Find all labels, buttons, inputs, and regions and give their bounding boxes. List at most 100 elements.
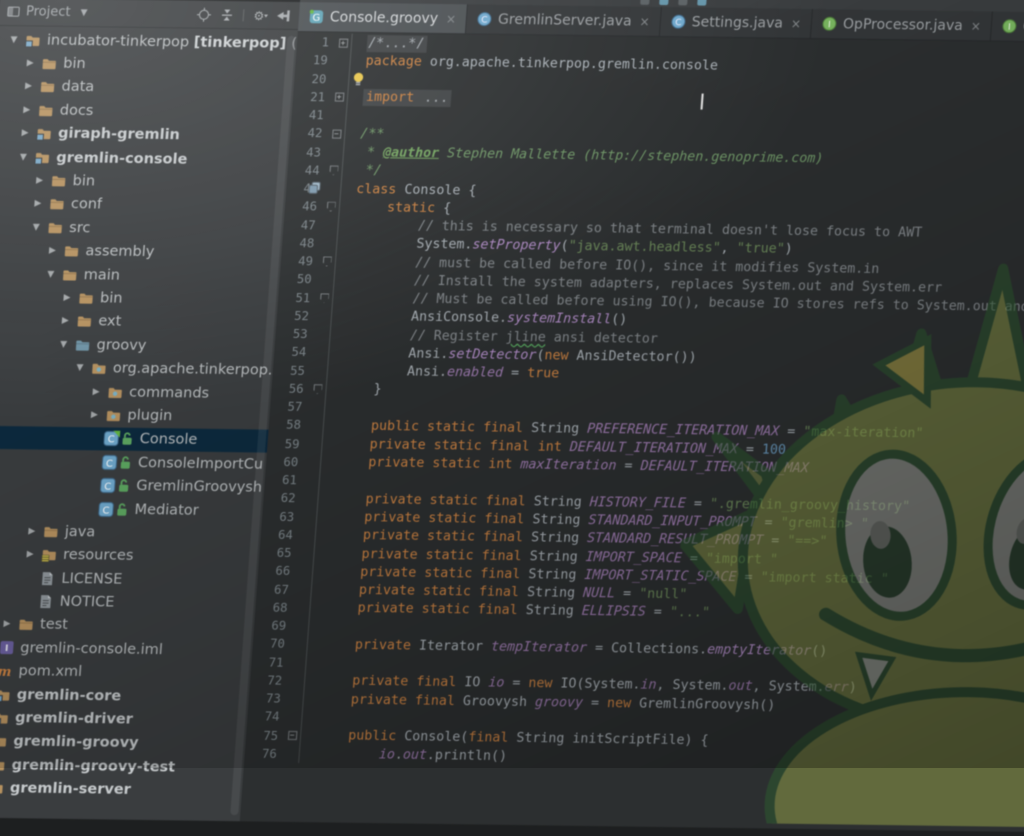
fold-plus-icon[interactable]: + — [334, 93, 344, 102]
line-number: 59 — [267, 436, 306, 451]
fold-gutter: − — [284, 731, 301, 740]
hide-icon[interactable] — [276, 8, 291, 22]
line-number: 52 — [276, 309, 315, 324]
intention-bulb-icon[interactable] — [352, 71, 365, 86]
collapsed-arrow-icon[interactable]: ▶ — [0, 619, 16, 629]
fold-gutter — [325, 165, 342, 175]
module-icon — [22, 32, 43, 48]
collapsed-arrow-icon[interactable]: ▶ — [29, 199, 48, 209]
tree-item-pom.xml[interactable]: mpom.xml — [0, 659, 251, 686]
fold-end-icon[interactable] — [326, 202, 336, 212]
tree-item-resources[interactable]: ▶resources — [0, 542, 260, 569]
collapsed-arrow-icon[interactable]: ▶ — [22, 526, 41, 536]
code-text: */ — [341, 163, 382, 179]
nav-glyph-1-icon[interactable] — [640, 0, 650, 5]
fold-end-icon[interactable] — [313, 384, 323, 394]
project-panel-title[interactable]: Project — [25, 4, 71, 20]
line-number: 51 — [278, 290, 317, 305]
nav-glyph-3-icon[interactable] — [678, 0, 688, 5]
panel-header-toolbar: ⚙ — [196, 7, 291, 22]
tree-item-label: ext — [98, 314, 122, 330]
tab-GremlinServer.java[interactable]: CGremlinServer.java× — [466, 4, 662, 36]
close-tab-icon[interactable]: × — [639, 14, 650, 28]
line-number: 43 — [288, 145, 327, 160]
tree-item-test[interactable]: ▶test — [0, 612, 255, 639]
tree-item-gremlin-driver[interactable]: ▶gremlin-driver — [0, 706, 248, 733]
tree-item-gremlin-console.iml[interactable]: Igremlin-console.iml — [0, 636, 253, 663]
collapsed-arrow-icon[interactable]: ▶ — [58, 293, 77, 303]
tree-item-NOTICE[interactable]: NOTICE — [0, 589, 257, 616]
line-number: 19 — [295, 53, 334, 68]
chevron-down-icon[interactable]: ▼ — [80, 8, 88, 18]
close-tab-icon[interactable]: × — [970, 19, 981, 33]
collapsed-arrow-icon[interactable]: ▶ — [17, 105, 36, 115]
tree-item-Mediator[interactable]: CMediator — [0, 495, 263, 522]
tree-item-label: main — [83, 267, 120, 283]
expanded-arrow-icon[interactable]: ▼ — [14, 152, 33, 162]
tree-item-gremlin-server[interactable]: ▶gremlin-server — [0, 776, 243, 803]
fold-end-icon[interactable] — [329, 165, 339, 175]
fold-minus-icon[interactable]: − — [332, 129, 342, 138]
collapsed-arrow-icon[interactable]: ▶ — [21, 58, 40, 68]
fold-end-icon[interactable] — [319, 293, 329, 303]
project-panel-header: Project ▼ ⚙ — [0, 0, 300, 30]
close-tab-icon[interactable]: × — [790, 16, 801, 30]
expanded-arrow-icon[interactable]: ▼ — [5, 35, 24, 45]
tab-Settings.java[interactable]: CSettings.java× — [660, 7, 813, 38]
tree-item-label: org.apache.tinkerpop.c — [112, 361, 273, 379]
tree-item-gremlin-groovy-test[interactable]: ▶gremlin-groovy-test — [0, 752, 245, 779]
fold-end-icon[interactable] — [322, 257, 332, 267]
tab-OpProcessor.java[interactable]: IOpProcessor.java× — [811, 9, 993, 40]
collapsed-arrow-icon[interactable]: ▶ — [30, 175, 49, 185]
tree-item-java[interactable]: ▶java — [0, 519, 262, 546]
folder-icon — [48, 173, 69, 189]
fold-plus-icon[interactable]: + — [338, 38, 348, 47]
folder-icon — [37, 79, 58, 95]
collapsed-arrow-icon[interactable]: ▶ — [43, 246, 62, 256]
svg-text:G: G — [312, 13, 321, 24]
tab-Channelizer.j[interactable]: IChannelizer.j× — [991, 12, 1024, 43]
tab-Console.groovy[interactable]: GConsole.groovy× — [298, 2, 468, 33]
nav-glyph-4-icon[interactable] — [697, 0, 707, 6]
collapsed-arrow-icon[interactable]: ▶ — [56, 316, 75, 326]
expanded-arrow-icon[interactable]: ▼ — [54, 340, 73, 350]
tree-item-GremlinGroovysh[interactable]: CGremlinGroovysh — [0, 472, 265, 499]
locate-icon[interactable] — [196, 7, 211, 21]
tree-item-LICENSE[interactable]: LICENSE — [0, 565, 258, 592]
fold-minus-icon[interactable]: − — [287, 731, 297, 740]
tree-item-gremlin-groovy[interactable]: ▶gremlin-groovy — [0, 729, 246, 756]
collapsed-arrow-icon[interactable]: ▶ — [16, 128, 35, 138]
collapse-all-icon[interactable] — [219, 8, 234, 22]
iml-icon: I — [0, 640, 17, 655]
code-text: static { — [338, 199, 451, 216]
tree-item-gremlin-core[interactable]: ▶gremlin-core — [0, 682, 250, 709]
tree-item-label: Mediator — [134, 501, 199, 518]
svg-text:C: C — [481, 16, 488, 26]
collapsed-arrow-icon[interactable]: ▶ — [19, 82, 38, 92]
class-structure-icon[interactable] — [308, 181, 322, 194]
expanded-arrow-icon[interactable]: ▼ — [27, 222, 46, 232]
collapsed-arrow-icon[interactable]: ▶ — [85, 410, 104, 420]
tree-item-plugin[interactable]: ▶plugin — [0, 402, 270, 429]
settings-icon[interactable]: ⚙ — [252, 8, 268, 22]
expanded-arrow-icon[interactable]: ▼ — [41, 269, 60, 279]
module-icon — [0, 710, 12, 726]
nav-glyph-2-icon[interactable] — [659, 0, 669, 5]
tree-item-commands[interactable]: ▶commands — [0, 378, 272, 405]
svg-text:⚙: ⚙ — [253, 8, 265, 22]
code-text: import ... — [346, 90, 451, 106]
tree-item-ConsoleImportCu[interactable]: CConsoleImportCu — [0, 449, 267, 476]
collapsed-arrow-icon[interactable]: ▶ — [21, 550, 40, 560]
expanded-arrow-icon[interactable]: ▼ — [71, 363, 90, 373]
tree-item-label: gremlin-core — [16, 687, 121, 704]
close-tab-icon[interactable]: × — [445, 12, 456, 26]
tree-item-label: bin — [72, 173, 96, 189]
tree-item-label: gremlin-console — [56, 149, 188, 167]
code-editor[interactable]: 1+/*...*/19package org.apache.tinkerpop.… — [244, 33, 1024, 773]
line-number: 48 — [282, 236, 321, 251]
line-number: 58 — [268, 418, 307, 433]
tree-item-Console[interactable]: CConsole — [0, 425, 269, 452]
line-number: 44 — [287, 163, 326, 178]
text-caret — [701, 93, 704, 109]
collapsed-arrow-icon[interactable]: ▶ — [87, 387, 106, 397]
